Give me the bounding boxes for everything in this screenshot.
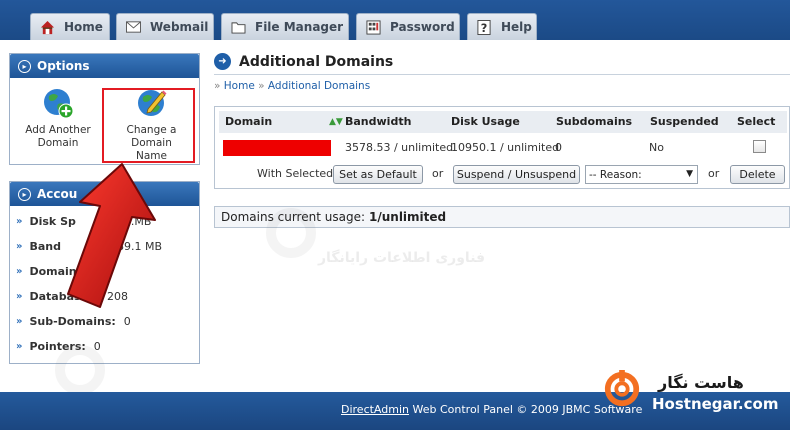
cell-bandwidth: 3578.53 / unlimited [345, 141, 454, 154]
breadcrumb-home-link[interactable]: Home [224, 80, 255, 92]
envelope-icon [125, 19, 141, 35]
set-default-button[interactable]: Set as Default [333, 165, 423, 184]
options-title: Options [37, 59, 90, 73]
cell-suspended: No [649, 141, 664, 154]
select-checkbox[interactable] [753, 140, 766, 153]
suspend-unsuspend-button[interactable]: Suspend / Unsuspend [453, 165, 580, 184]
cell-disk-usage: 10950.1 / unlimited [451, 141, 560, 154]
with-selected-label: With Selected [257, 167, 334, 180]
directadmin-link[interactable]: DirectAdmin [341, 403, 409, 416]
chevron-right-icon: ▸ [18, 187, 31, 201]
header-suspended[interactable]: Suspended [650, 111, 719, 133]
header-bandwidth[interactable]: Bandwidth [345, 111, 411, 133]
hostnegar-logo [604, 370, 640, 407]
title-divider [214, 74, 790, 75]
tab-webmail-label: Webmail [150, 20, 209, 34]
svg-text:?: ? [481, 22, 488, 35]
red-arrow-icon [67, 163, 156, 308]
breadcrumb: » Home » Additional Domains [214, 80, 371, 92]
double-chevron-icon: » [16, 341, 23, 352]
tab-help[interactable]: ? Help [467, 13, 537, 40]
chevron-down-icon: ▼ [686, 169, 693, 179]
question-icon: ? [476, 19, 492, 35]
pointers-row: » Pointers: 0 [16, 340, 101, 353]
tab-password-label: Password [390, 20, 455, 34]
double-chevron-icon: » [16, 266, 23, 277]
subdomains-row: » Sub-Domains: 0 [16, 315, 131, 328]
tab-password[interactable]: Password [356, 13, 460, 40]
options-panel-header: ▸ Options [10, 54, 199, 78]
sort-icon[interactable]: ▲▼ [329, 111, 343, 133]
header-select: Select [737, 115, 776, 128]
cell-subdomains: 0 [555, 141, 562, 154]
watermark-logo [266, 208, 316, 258]
house-icon [39, 19, 55, 35]
page-title: ➜ Additional Domains [214, 53, 393, 70]
folder-icon [230, 19, 246, 35]
or-label-2: or [708, 167, 720, 180]
tab-file-manager-label: File Manager [255, 20, 344, 34]
domains-table: Domain ▲▼ Bandwidth Disk Usage Subdomain… [214, 106, 790, 189]
watermark-text: فناوری اطلاعات رایانگار [318, 250, 486, 266]
breadcrumb-current-link[interactable]: Additional Domains [268, 80, 370, 92]
tab-home[interactable]: Home [30, 13, 110, 40]
chevron-right-icon: ▸ [18, 59, 31, 73]
tab-help-label: Help [501, 20, 532, 34]
add-another-domain-button[interactable]: Add Another Domain [13, 83, 103, 150]
redacted-domain-name [223, 140, 331, 156]
watermark-logo [55, 345, 105, 395]
reason-select[interactable]: -- Reason: ▼ [585, 165, 698, 184]
double-chevron-icon: » [16, 316, 23, 327]
page-title-text: Additional Domains [239, 53, 394, 70]
arrow-right-icon: ➜ [214, 53, 231, 70]
table-header: Domain ▲▼ Bandwidth Disk Usage Subdomain… [219, 111, 787, 133]
add-domain-label-1: Add Another [25, 124, 91, 136]
header-subdomains[interactable]: Subdomains [556, 111, 632, 133]
reason-select-value: -- Reason: [589, 168, 642, 181]
brand-name-fa: هاست نگار [658, 373, 744, 392]
tab-home-label: Home [64, 20, 103, 34]
keypad-icon [365, 19, 381, 35]
brand-domain: Hostnegar.com [652, 395, 779, 413]
globe-add-icon [42, 87, 74, 119]
usage-value: 1/unlimited [369, 210, 447, 224]
highlight-box [102, 88, 195, 163]
add-domain-label-2: Domain [37, 137, 79, 149]
double-chevron-icon: » [16, 291, 23, 302]
header-domain[interactable]: Domain [225, 111, 272, 133]
or-label-1: or [432, 167, 444, 180]
tab-webmail[interactable]: Webmail [116, 13, 214, 40]
footer-text: DirectAdmin Web Control Panel © 2009 JBM… [341, 403, 642, 416]
header-disk-usage[interactable]: Disk Usage [451, 111, 520, 133]
double-chevron-icon: » [16, 241, 23, 252]
delete-button[interactable]: Delete [730, 165, 785, 184]
tab-file-manager[interactable]: File Manager [221, 13, 349, 40]
double-chevron-icon: » [16, 216, 23, 227]
